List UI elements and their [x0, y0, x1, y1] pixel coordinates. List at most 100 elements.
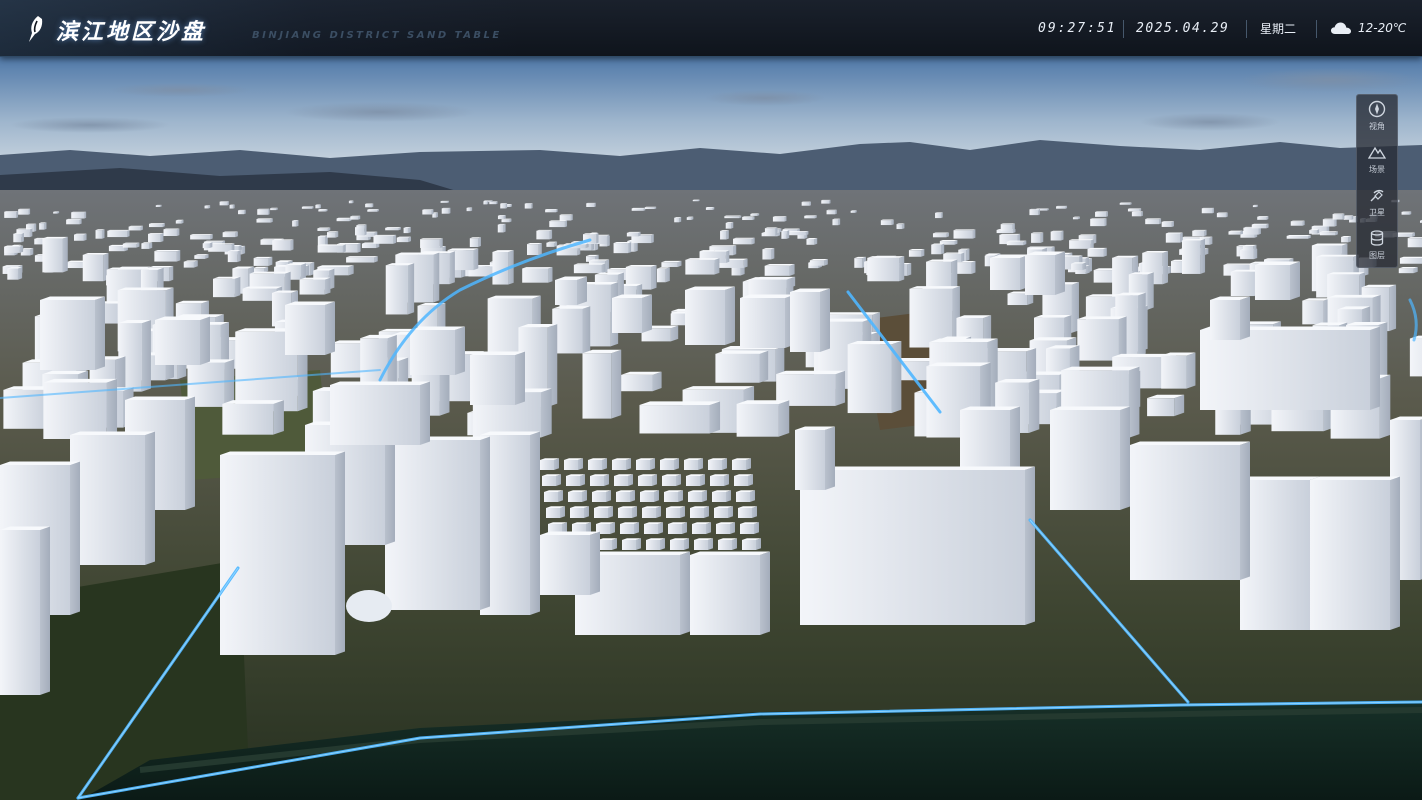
building	[1077, 316, 1127, 361]
building	[1095, 211, 1108, 217]
building	[555, 276, 587, 305]
building	[708, 458, 727, 470]
building	[1343, 215, 1354, 220]
building	[1087, 247, 1107, 257]
clock-time: 09:27:51	[1038, 20, 1117, 36]
building	[253, 256, 273, 266]
status-divider	[1316, 20, 1317, 38]
building	[690, 506, 709, 518]
building	[733, 237, 755, 245]
building	[1290, 220, 1305, 226]
building	[222, 231, 238, 238]
building	[688, 490, 707, 502]
building	[718, 538, 737, 550]
building	[194, 254, 209, 259]
building	[564, 458, 583, 470]
building	[348, 200, 354, 204]
building	[644, 206, 657, 210]
building	[1090, 218, 1107, 227]
building	[1322, 218, 1337, 227]
building	[662, 474, 681, 486]
building	[202, 242, 213, 249]
building	[690, 551, 770, 635]
building	[932, 232, 950, 238]
building	[762, 248, 775, 260]
tool-satellite[interactable]: 卫星	[1357, 181, 1397, 223]
building	[327, 231, 339, 238]
app-title: 滨江地区沙盘	[56, 20, 207, 45]
tool-label: 图层	[1369, 251, 1385, 260]
city-3d-viewport[interactable]	[0, 56, 1422, 800]
building	[422, 209, 434, 215]
building	[122, 242, 140, 248]
building	[582, 349, 622, 419]
building	[270, 207, 278, 211]
building	[1071, 262, 1087, 271]
building	[694, 538, 713, 550]
building	[716, 522, 735, 534]
building	[598, 538, 617, 550]
building	[764, 227, 778, 237]
building	[1161, 352, 1196, 389]
building	[639, 401, 721, 434]
building	[540, 531, 600, 595]
building	[317, 244, 346, 253]
building	[850, 210, 857, 213]
building	[1056, 205, 1068, 209]
building	[1034, 315, 1072, 341]
building	[527, 243, 542, 256]
building	[483, 200, 489, 205]
building	[660, 458, 679, 470]
city-scene-render[interactable]	[0, 56, 1422, 800]
building	[1127, 208, 1142, 212]
building	[740, 522, 759, 534]
building	[734, 474, 753, 486]
building	[1216, 212, 1228, 218]
building	[626, 231, 641, 237]
tool-layers[interactable]: 图层	[1357, 224, 1397, 266]
building	[0, 526, 50, 695]
building	[612, 294, 652, 333]
building	[440, 200, 449, 203]
building	[497, 214, 506, 220]
building	[705, 206, 715, 210]
building	[612, 458, 631, 470]
temperature-range: 12-20℃	[1358, 21, 1407, 35]
building	[107, 229, 130, 238]
building	[594, 506, 613, 518]
building	[1398, 266, 1418, 274]
building	[238, 209, 246, 215]
building	[590, 474, 609, 486]
building	[53, 211, 60, 214]
building	[1257, 216, 1269, 220]
building	[466, 207, 473, 212]
building	[795, 426, 835, 490]
building	[656, 267, 670, 283]
building	[70, 431, 155, 565]
building	[220, 451, 345, 655]
building	[536, 229, 553, 240]
building	[742, 538, 761, 550]
building	[330, 381, 430, 445]
building	[618, 506, 637, 518]
building	[1228, 230, 1243, 235]
tool-scene[interactable]: 场景	[1357, 138, 1397, 180]
building	[544, 490, 563, 502]
building	[441, 207, 451, 214]
building	[732, 458, 751, 470]
building	[497, 223, 506, 233]
building	[566, 474, 585, 486]
status-divider	[1246, 20, 1247, 38]
building	[804, 215, 817, 219]
building	[772, 216, 787, 222]
building	[573, 263, 606, 274]
building	[524, 203, 533, 209]
building	[1031, 232, 1044, 243]
tool-view-angle[interactable]: 视角	[1357, 95, 1397, 137]
building	[299, 277, 331, 295]
building	[317, 235, 328, 246]
building	[750, 213, 760, 216]
status-divider	[1123, 20, 1124, 38]
building	[1201, 207, 1215, 214]
building	[154, 249, 181, 262]
